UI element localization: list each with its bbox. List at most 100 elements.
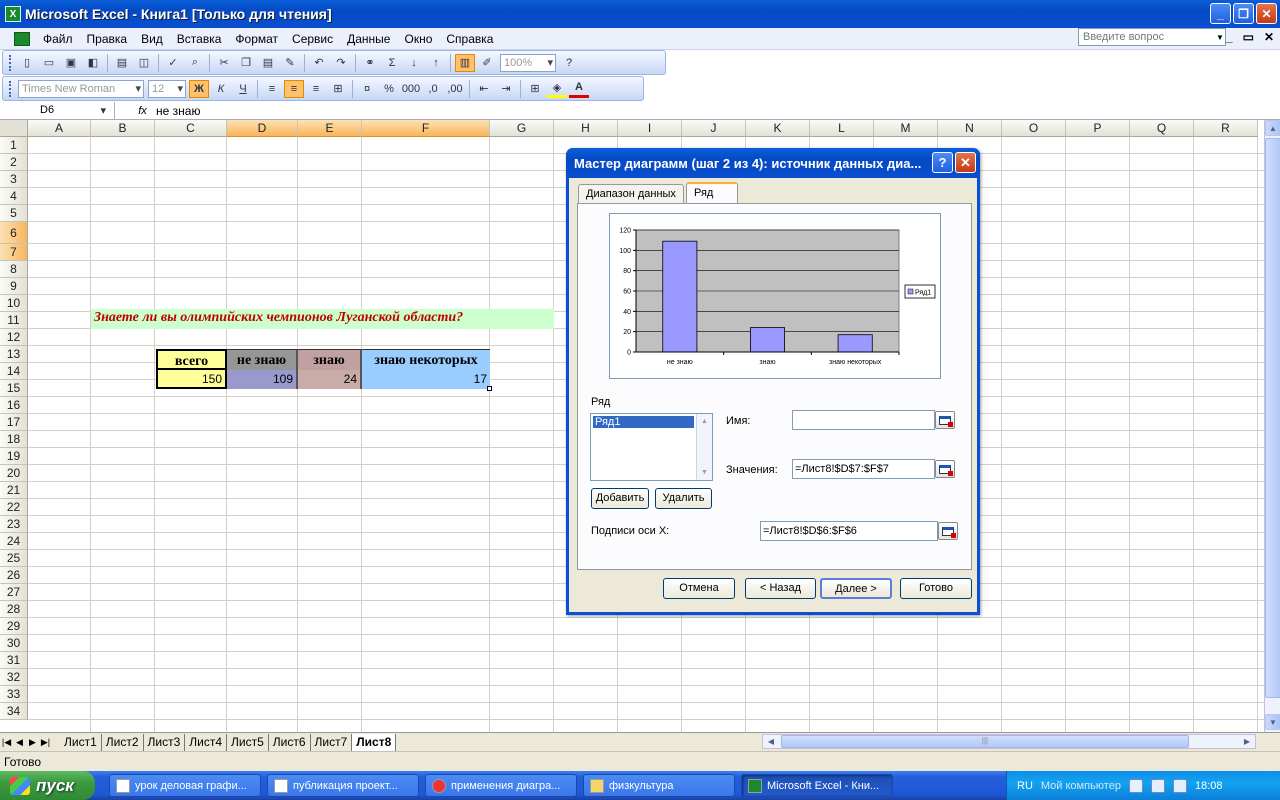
value-know-cell[interactable]: 24 bbox=[298, 370, 362, 389]
header-know-some-cell[interactable]: знаю некоторых bbox=[362, 349, 490, 370]
row-header-18[interactable]: 18 bbox=[0, 431, 28, 448]
clock[interactable]: 18:08 bbox=[1195, 780, 1223, 792]
row-header-5[interactable]: 5 bbox=[0, 205, 28, 222]
decrease-decimal-icon[interactable]: ,00 bbox=[445, 80, 465, 98]
sheet-tab-8[interactable]: Лист8 bbox=[352, 733, 397, 751]
series-list[interactable]: Ряд1 ▲ ▼ bbox=[590, 413, 713, 481]
row-header-8[interactable]: 8 bbox=[0, 261, 28, 278]
spelling-icon[interactable]: ✓ bbox=[163, 54, 183, 72]
column-header-L[interactable]: L bbox=[810, 120, 874, 137]
row-header-9[interactable]: 9 bbox=[0, 278, 28, 295]
chevron-down-icon[interactable]: ▼ bbox=[1214, 29, 1226, 45]
horizontal-scroll-thumb[interactable]: ||| bbox=[781, 735, 1189, 748]
volume-icon[interactable] bbox=[1172, 778, 1187, 793]
row-header-31[interactable]: 31 bbox=[0, 652, 28, 669]
select-all-corner[interactable] bbox=[0, 120, 28, 137]
scroll-up-icon[interactable]: ▲ bbox=[697, 414, 712, 429]
decrease-indent-icon[interactable]: ⇤ bbox=[474, 80, 494, 98]
restore-button[interactable]: ❐ bbox=[1233, 3, 1254, 24]
merge-center-icon[interactable]: ⊞ bbox=[328, 80, 348, 98]
column-header-N[interactable]: N bbox=[938, 120, 1002, 137]
toolbar-grip[interactable] bbox=[9, 80, 12, 97]
doc-close-button[interactable]: ✕ bbox=[1264, 30, 1274, 44]
doc-restore-button[interactable]: ▭ bbox=[1243, 30, 1254, 44]
column-header-J[interactable]: J bbox=[682, 120, 746, 137]
sheet-tab-5[interactable]: Лист5 bbox=[227, 733, 269, 751]
row-header-2[interactable]: 2 bbox=[0, 154, 28, 171]
undo-icon[interactable]: ↶ bbox=[309, 54, 329, 72]
row-header-25[interactable]: 25 bbox=[0, 550, 28, 567]
workbook-icon[interactable] bbox=[14, 31, 30, 46]
series-name-field[interactable] bbox=[792, 410, 935, 430]
finish-button[interactable]: Готово bbox=[900, 578, 972, 599]
research-icon[interactable]: ⌕ bbox=[185, 54, 205, 72]
autosum-icon[interactable]: Σ bbox=[382, 54, 402, 72]
row-header-12[interactable]: 12 bbox=[0, 329, 28, 346]
dialog-help-button[interactable]: ? bbox=[932, 152, 953, 173]
zoom-select[interactable]: 100% bbox=[500, 53, 556, 72]
column-header-K[interactable]: K bbox=[746, 120, 810, 137]
vertical-scroll-thumb[interactable] bbox=[1265, 138, 1280, 698]
row-header-29[interactable]: 29 bbox=[0, 618, 28, 635]
row-header-14[interactable]: 14 bbox=[0, 363, 28, 380]
next-button[interactable]: Далее > bbox=[820, 578, 892, 599]
column-header-P[interactable]: P bbox=[1066, 120, 1130, 137]
scroll-down-icon[interactable]: ▼ bbox=[1265, 714, 1280, 730]
safely-remove-icon[interactable] bbox=[1150, 778, 1165, 793]
new-icon[interactable]: ▯ bbox=[17, 54, 37, 72]
taskbar-item-browser[interactable]: применения диагра... bbox=[425, 774, 577, 797]
sheet-tab-4[interactable]: Лист4 bbox=[185, 733, 227, 751]
increase-indent-icon[interactable]: ⇥ bbox=[496, 80, 516, 98]
fill-handle[interactable] bbox=[487, 386, 492, 391]
sheet-tab-6[interactable]: Лист6 bbox=[269, 733, 311, 751]
scroll-left-icon[interactable]: ◀ bbox=[763, 735, 779, 748]
cut-icon[interactable]: ✂ bbox=[214, 54, 234, 72]
language-indicator[interactable]: RU bbox=[1017, 780, 1033, 792]
name-box[interactable]: D6 bbox=[0, 101, 115, 120]
sort-ascending-icon[interactable]: ↓ bbox=[404, 54, 424, 72]
column-header-F[interactable]: F bbox=[362, 120, 490, 137]
thousands-icon[interactable]: 000 bbox=[401, 80, 421, 98]
align-center-icon[interactable]: ≡ bbox=[284, 79, 304, 98]
paste-icon[interactable]: ▤ bbox=[258, 54, 278, 72]
x-axis-labels-field[interactable]: =Лист8!$D$6:$F$6 bbox=[760, 521, 938, 541]
row-header-1[interactable]: 1 bbox=[0, 137, 28, 154]
help-icon[interactable]: ? bbox=[559, 54, 579, 72]
menu-help[interactable]: Справка bbox=[439, 32, 500, 46]
column-header-O[interactable]: O bbox=[1002, 120, 1066, 137]
last-sheet-icon[interactable]: ▶| bbox=[39, 737, 52, 748]
chart-wizard-icon[interactable]: ▥ bbox=[455, 53, 475, 72]
value-dont-know-cell[interactable]: 109 bbox=[227, 370, 298, 389]
column-header-C[interactable]: C bbox=[155, 120, 227, 137]
prev-sheet-icon[interactable]: ◀ bbox=[13, 737, 26, 748]
column-header-D[interactable]: D bbox=[227, 120, 298, 137]
row-header-3[interactable]: 3 bbox=[0, 171, 28, 188]
collapse-dialog-icon[interactable] bbox=[935, 411, 955, 429]
back-button[interactable]: < Назад bbox=[745, 578, 816, 599]
formula-input[interactable]: не знаю bbox=[150, 104, 200, 118]
first-sheet-icon[interactable]: |◀ bbox=[0, 737, 13, 748]
column-header-R[interactable]: R bbox=[1194, 120, 1258, 137]
menu-view[interactable]: Вид bbox=[134, 32, 170, 46]
format-painter-icon[interactable]: ✎ bbox=[280, 54, 300, 72]
taskbar-item-excel[interactable]: Microsoft Excel - Кни... bbox=[741, 774, 893, 797]
doc-minimize-button[interactable]: _ bbox=[1226, 30, 1233, 44]
taskbar-item-word-2[interactable]: публикация проект... bbox=[267, 774, 419, 797]
align-left-icon[interactable]: ≡ bbox=[262, 80, 282, 98]
row-header-28[interactable]: 28 bbox=[0, 601, 28, 618]
sheet-tab-3[interactable]: Лист3 bbox=[144, 733, 186, 751]
network-icon[interactable] bbox=[1128, 778, 1143, 793]
question-cell[interactable]: Знаете ли вы олимпийских чемпионов Луган… bbox=[91, 309, 554, 329]
column-header-B[interactable]: B bbox=[91, 120, 155, 137]
help-search-input[interactable]: Введите вопрос bbox=[1078, 28, 1226, 46]
scroll-down-icon[interactable]: ▼ bbox=[697, 465, 712, 480]
scroll-up-icon[interactable]: ▲ bbox=[1265, 120, 1280, 136]
row-header-19[interactable]: 19 bbox=[0, 448, 28, 465]
insert-function-icon[interactable]: fx bbox=[115, 105, 150, 117]
row-header-23[interactable]: 23 bbox=[0, 516, 28, 533]
align-right-icon[interactable]: ≡ bbox=[306, 80, 326, 98]
menu-data[interactable]: Данные bbox=[340, 32, 397, 46]
header-know-cell[interactable]: знаю bbox=[298, 349, 362, 370]
row-header-7[interactable]: 7 bbox=[0, 244, 28, 261]
row-header-33[interactable]: 33 bbox=[0, 686, 28, 703]
